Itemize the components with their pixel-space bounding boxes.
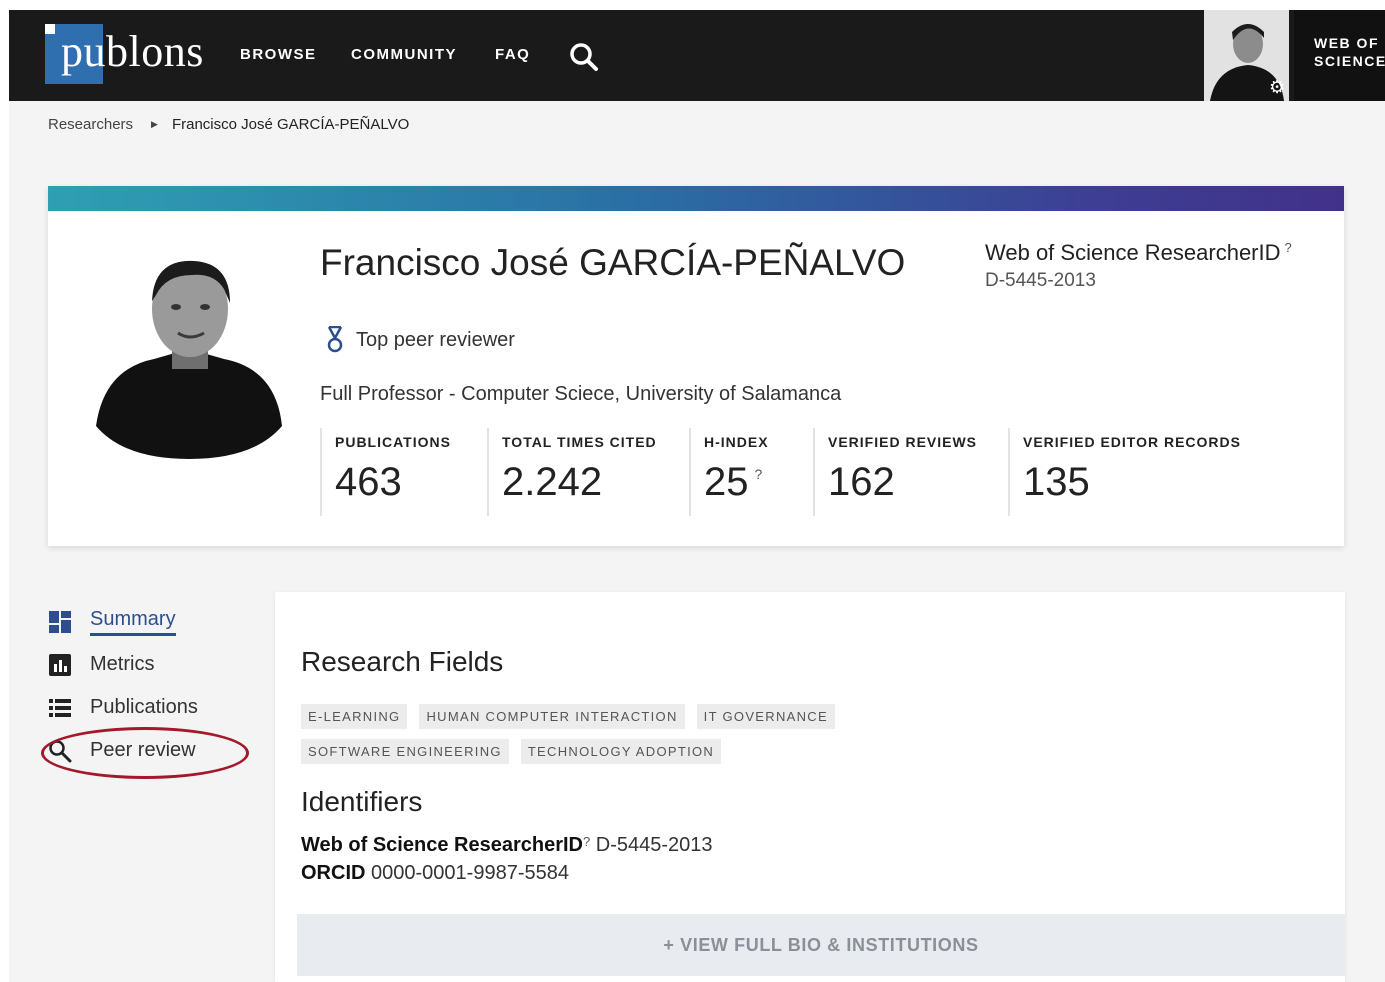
nav-browse-link[interactable]: BROWSE	[240, 46, 317, 63]
stat-times-cited[interactable]: TOTAL TIMES CITED 2.242	[487, 428, 657, 516]
list-icon	[48, 696, 72, 720]
stat-publications[interactable]: PUBLICATIONS 463	[320, 428, 451, 516]
researcher-id-label: Web of Science ResearcherID?	[985, 240, 1292, 266]
sidenav-label: Summary	[90, 608, 176, 636]
sidenav-item-metrics[interactable]: Metrics	[48, 643, 268, 686]
profile-photo	[94, 251, 284, 461]
peer-review-highlight-circle	[41, 727, 249, 779]
page-frame: publons BROWSE COMMUNITY FAQ ⚙ WEB OF SC…	[9, 10, 1385, 982]
research-field-tags: E-LEARNING HUMAN COMPUTER INTERACTION IT…	[301, 704, 1061, 774]
breadcrumb: Researchers ▶ Francisco José GARCÍA-PEÑA…	[48, 116, 409, 133]
stat-label: VERIFIED EDITOR RECORDS	[1023, 434, 1241, 450]
help-icon[interactable]: ?	[583, 834, 590, 849]
nav-community-link[interactable]: COMMUNITY	[351, 46, 457, 63]
stat-value: 135	[1023, 460, 1090, 504]
stat-value: 463	[335, 460, 402, 504]
badge-label: Top peer reviewer	[356, 328, 515, 351]
settings-gear-icon[interactable]: ⚙	[1269, 77, 1285, 98]
search-icon[interactable]	[567, 40, 601, 74]
research-field-tag[interactable]: E-LEARNING	[301, 704, 408, 729]
identifier-wos: Web of Science ResearcherID? D-5445-2013	[301, 834, 713, 857]
researcher-affiliation: Full Professor - Computer Sciece, Univer…	[320, 383, 842, 405]
identifier-wos-label: Web of Science ResearcherID	[301, 834, 583, 856]
top-reviewer-badge: Top peer reviewer	[326, 326, 515, 354]
dashboard-icon	[48, 610, 72, 634]
identifier-orcid-label: ORCID	[301, 862, 366, 884]
identifier-orcid: ORCID 0000-0001-9987-5584	[301, 862, 569, 885]
nav-faq-link[interactable]: FAQ	[495, 46, 530, 63]
research-field-tag[interactable]: IT GOVERNANCE	[696, 704, 835, 729]
research-field-tag[interactable]: TECHNOLOGY ADOPTION	[520, 739, 722, 764]
stat-label: H-INDEX	[704, 434, 769, 450]
summary-panel: Research Fields E-LEARNING HUMAN COMPUTE…	[275, 592, 1345, 982]
stat-h-index[interactable]: H-INDEX 25?	[689, 428, 769, 516]
top-navbar: publons BROWSE COMMUNITY FAQ ⚙ WEB OF SC…	[9, 10, 1385, 101]
breadcrumb-researchers-link[interactable]: Researchers	[48, 116, 133, 133]
stat-value: 162	[828, 460, 895, 504]
h-index-value: 25	[704, 460, 749, 504]
stat-verified-reviews[interactable]: VERIFIED REVIEWS 162	[813, 428, 977, 516]
view-full-bio-label: + VIEW FULL BIO & INSTITUTIONS	[663, 934, 979, 955]
stat-editor-records[interactable]: VERIFIED EDITOR RECORDS 135	[1008, 428, 1241, 516]
researcher-id-label-text: Web of Science ResearcherID	[985, 240, 1281, 265]
help-icon[interactable]: ?	[1285, 240, 1292, 255]
view-full-bio-button[interactable]: + VIEW FULL BIO & INSTITUTIONS	[297, 914, 1345, 976]
stat-label: TOTAL TIMES CITED	[502, 434, 657, 450]
web-of-science-link[interactable]: WEB OF SCIENCE	[1294, 10, 1385, 101]
sidenav-label: Metrics	[90, 653, 155, 675]
researcher-id-value: D-5445-2013	[985, 270, 1096, 291]
bar-chart-icon	[48, 653, 72, 677]
stat-value: 25?	[704, 460, 769, 505]
sidenav-item-publications[interactable]: Publications	[48, 686, 268, 729]
research-field-tag[interactable]: HUMAN COMPUTER INTERACTION	[419, 704, 685, 729]
sidenav-item-summary[interactable]: Summary	[48, 600, 268, 643]
medal-icon	[327, 326, 343, 353]
stat-label: VERIFIED REVIEWS	[828, 434, 978, 450]
identifier-wos-value: D-5445-2013	[595, 834, 713, 856]
help-icon[interactable]: ?	[755, 466, 763, 482]
logo-text: publons	[61, 27, 204, 76]
research-fields-title: Research Fields	[301, 646, 504, 677]
identifiers-title: Identifiers	[301, 786, 423, 817]
researcher-name: Francisco José GARCÍA-PEÑALVO	[320, 242, 906, 283]
stat-value: 2.242	[502, 460, 603, 504]
stat-label: PUBLICATIONS	[335, 434, 451, 450]
wos-label: WEB OF SCIENCE	[1314, 35, 1385, 69]
research-field-tag[interactable]: SOFTWARE ENGINEERING	[301, 739, 509, 764]
profile-card: Francisco José GARCÍA-PEÑALVO Top peer r…	[48, 186, 1344, 546]
breadcrumb-arrow-icon: ▶	[151, 119, 158, 129]
publons-logo[interactable]: publons	[45, 20, 215, 90]
breadcrumb-current: Francisco José GARCÍA-PEÑALVO	[171, 116, 410, 133]
profile-gradient-bar	[48, 186, 1344, 211]
identifier-orcid-value[interactable]: 0000-0001-9987-5584	[371, 862, 569, 884]
sidenav-label: Publications	[90, 696, 198, 718]
